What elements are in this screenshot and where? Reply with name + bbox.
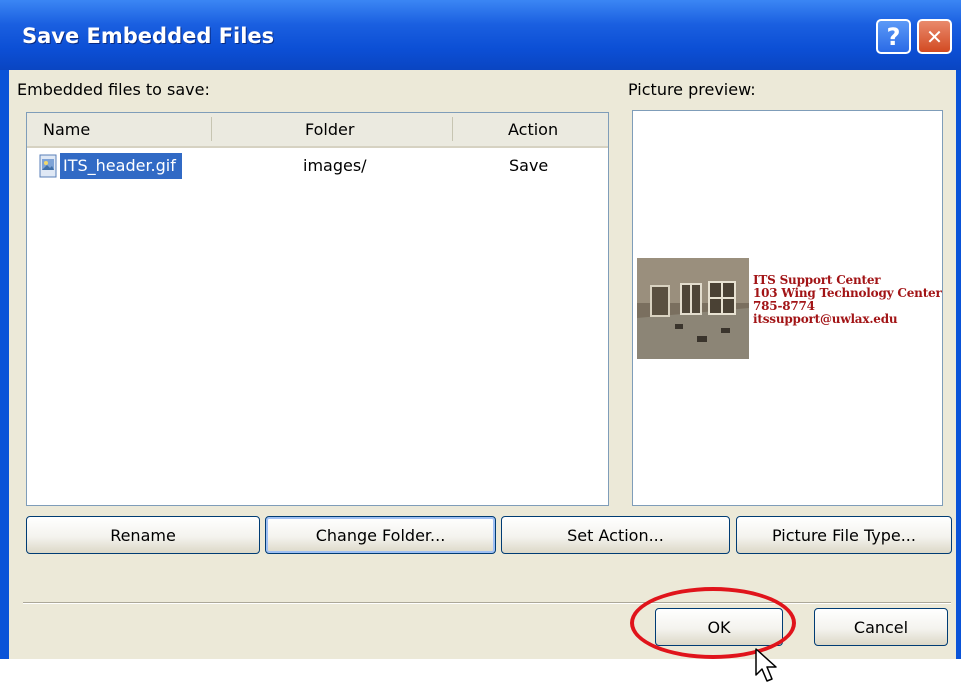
column-header-folder[interactable]: Folder: [305, 113, 354, 146]
files-label: Embedded files to save:: [17, 80, 210, 99]
file-action-cell: Save: [509, 156, 549, 175]
title-bar[interactable]: Save Embedded Files ? ✕: [0, 0, 961, 70]
column-header-action[interactable]: Action: [508, 113, 558, 146]
mouse-pointer-icon: [755, 648, 777, 682]
close-button[interactable]: ✕: [917, 19, 952, 54]
cancel-button[interactable]: Cancel: [814, 608, 948, 646]
list-header: Name Folder Action: [27, 113, 608, 148]
preview-line: itssupport@uwlax.edu: [753, 312, 898, 326]
help-button[interactable]: ?: [876, 19, 911, 54]
picture-preview: ITS Support Center 103 Wing Technology C…: [632, 110, 943, 506]
ok-button[interactable]: OK: [655, 608, 783, 646]
dialog-body: Embedded files to save: Picture preview:…: [9, 70, 956, 682]
file-folder-cell: images/: [303, 156, 367, 175]
dialog-window: Save Embedded Files ? ✕ Embedded files t…: [0, 0, 961, 682]
change-folder-button[interactable]: Change Folder...: [265, 516, 496, 554]
file-name-cell: ITS_header.gif: [60, 153, 182, 179]
help-icon: ?: [886, 22, 901, 51]
dialog-title: Save Embedded Files: [22, 24, 275, 48]
column-header-name[interactable]: Name: [43, 113, 90, 146]
preview-photo: [637, 258, 749, 359]
picture-file-type-button[interactable]: Picture File Type...: [736, 516, 952, 554]
preview-caption: ITS Support Center 103 Wing Technology C…: [753, 274, 942, 326]
embedded-files-list[interactable]: Name Folder Action ITS_header.gif images…: [26, 112, 609, 506]
set-action-button[interactable]: Set Action...: [501, 516, 730, 554]
image-file-icon: [39, 154, 57, 178]
footer-separator: [23, 602, 951, 604]
column-divider[interactable]: [211, 117, 212, 141]
column-divider[interactable]: [452, 117, 453, 141]
close-icon: ✕: [926, 24, 943, 49]
preview-label: Picture preview:: [628, 80, 756, 99]
table-row[interactable]: ITS_header.gif images/ Save: [27, 150, 608, 186]
rename-button[interactable]: Rename: [26, 516, 260, 554]
